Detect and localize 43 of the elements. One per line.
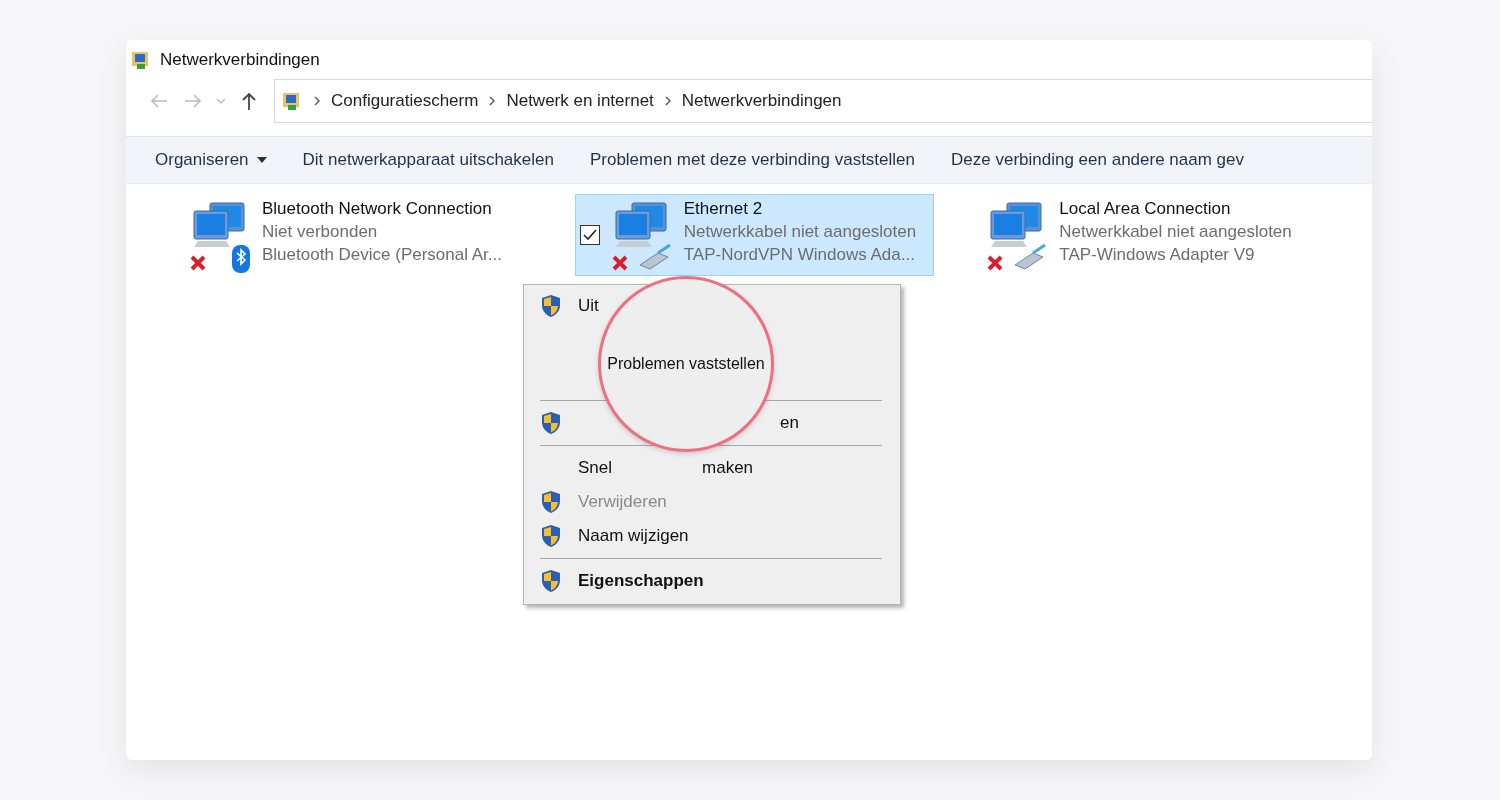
- shield-icon: [540, 294, 562, 318]
- shield-icon: [540, 524, 562, 548]
- menu-item[interactable]: Naam wijzigen: [578, 526, 689, 546]
- connection-tile[interactable]: Ethernet 2 Netwerkkabel niet aangesloten TAP-NordVPN Windows Ada...: [574, 194, 935, 276]
- adapter-name: Bluetooth Device (Personal Ar...: [262, 245, 503, 265]
- connection-name: Ethernet 2: [683, 199, 764, 219]
- window-title: Netwerkverbindingen: [160, 50, 320, 70]
- arrow-right-icon: [183, 93, 203, 109]
- breadcrumb-link[interactable]: Configuratiescherm: [331, 91, 479, 111]
- shield-icon: [540, 490, 562, 514]
- toolbar-button[interactable]: Deze verbinding een andere naam gev: [940, 140, 1255, 180]
- menu-item[interactable]: Snel: [578, 458, 613, 478]
- caret-icon: [256, 157, 267, 163]
- chevron-right-icon: [663, 96, 672, 106]
- toolbar-button[interactable]: Organiseren: [144, 140, 278, 180]
- connection-name: Local Area Connection: [1059, 199, 1232, 219]
- checkbox[interactable]: [579, 225, 600, 245]
- chevron-right-icon: [313, 96, 321, 106]
- connection-status: Niet verbonden: [262, 222, 379, 242]
- arrow-up-icon: [241, 91, 257, 111]
- adapter-name: TAP-NordVPN Windows Ada...: [683, 245, 916, 265]
- menu-item[interactable]: en: [780, 413, 799, 433]
- shield-icon: [540, 411, 562, 435]
- breadcrumb-link[interactable]: Netwerkverbindingen: [681, 91, 842, 111]
- checkmark-icon: [582, 229, 597, 241]
- connection-tile[interactable]: Local Area Connection Netwerkkabel niet aangesloten TAP-Windows Adapter V9: [980, 194, 1318, 276]
- menu-item[interactable]: Uit: [578, 296, 599, 316]
- network-adapter-icon: [188, 199, 252, 275]
- connection-tile[interactable]: Bluetooth Network Connection Niet verbonden Bluetooth Device (Personal Ar...: [183, 194, 521, 276]
- adapter-name: TAP-Windows Adapter V9: [1059, 245, 1256, 265]
- chevron-right-icon: [488, 96, 497, 106]
- connection-name: Bluetooth Network Connection: [262, 199, 493, 219]
- menu-item[interactable]: maken: [702, 458, 754, 478]
- toolbar-button[interactable]: Dit netwerkapparaat uitschakelen: [291, 140, 565, 180]
- connection-status: Netwerkkabel niet aangesloten: [683, 222, 917, 242]
- connection-status: Netwerkkabel niet aangesloten: [1059, 222, 1292, 242]
- caret-icon: [216, 98, 226, 104]
- shield-icon: [540, 569, 562, 593]
- breadcrumb-link[interactable]: Netwerk en internet: [506, 91, 654, 111]
- menu-item[interactable]: Eigenschappen: [578, 571, 704, 591]
- toolbar-button[interactable]: Problemen met deze verbinding vaststellen: [578, 140, 926, 180]
- arrow-left-icon: [149, 93, 169, 109]
- address-bar[interactable]: Configuratiescherm Netwerk en internet Netwerkverbindingen: [274, 79, 1372, 123]
